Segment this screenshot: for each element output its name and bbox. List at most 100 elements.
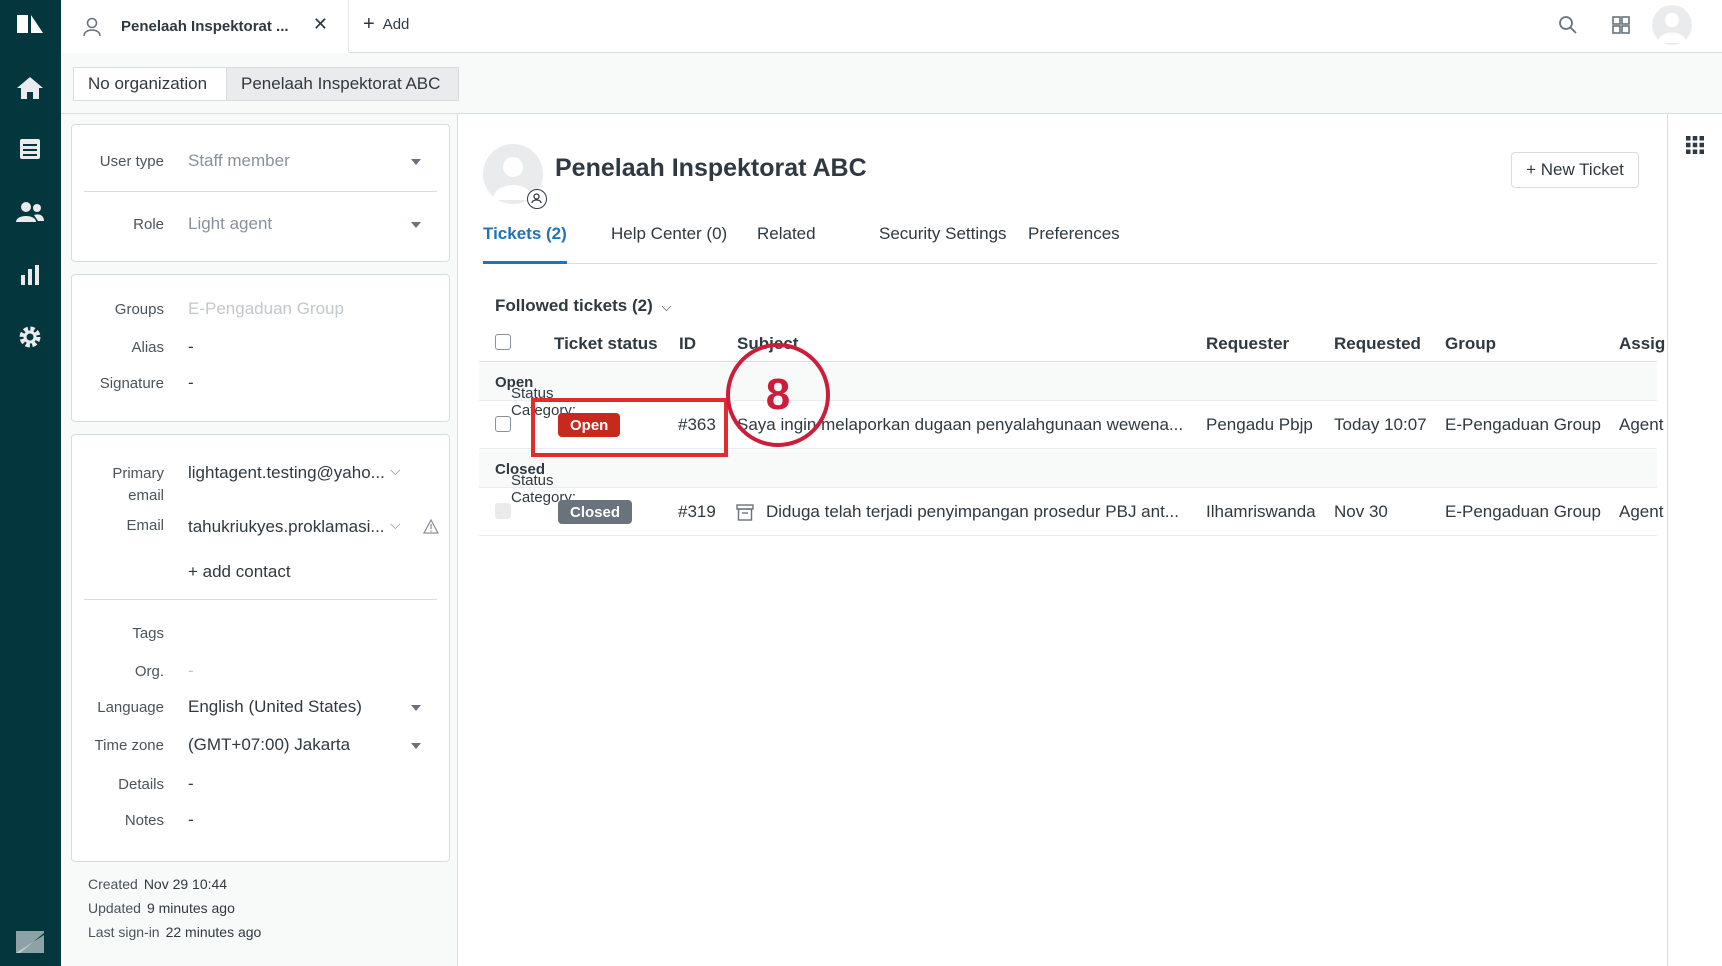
language-label: Language (97, 699, 164, 716)
column-group[interactable]: Group (1445, 334, 1496, 354)
groups-value: E-Pengaduan Group (188, 299, 344, 318)
time-zone-label: Time zone (94, 737, 164, 754)
row-checkbox (495, 503, 511, 519)
tab-preferences[interactable]: Preferences (1028, 224, 1120, 264)
highlight-box (531, 398, 728, 457)
ticket-assignee: Agent (1619, 502, 1664, 521)
tab-security-settings[interactable]: Security Settings (879, 224, 1007, 264)
divider (84, 191, 437, 192)
product-tray-icon[interactable] (1611, 15, 1631, 35)
followed-tickets-dropdown[interactable]: Followed tickets (2) ⌵ (495, 296, 671, 316)
ticket-id[interactable]: #319 (678, 502, 716, 522)
column-assignee[interactable]: Assig (1619, 334, 1665, 354)
ticket-group: E-Pengaduan Group (1445, 502, 1601, 521)
ticket-requested: Today 10:07 (1334, 415, 1427, 434)
add-contact-label: + add contact (188, 562, 291, 581)
ticket-subject[interactable]: Diduga telah terjadi penyimpangan prosed… (766, 502, 1179, 522)
ticket-assignee: Agent (1619, 415, 1664, 434)
apps-grid-icon[interactable] (1686, 136, 1704, 154)
alias-label: Alias (131, 339, 164, 356)
time-zone-value: (GMT+07:00) Jakarta (188, 735, 351, 754)
email-value: tahukriukyes.proklamasi... (188, 517, 385, 536)
search-icon[interactable] (1558, 15, 1578, 35)
chevron-down-icon (411, 743, 421, 749)
select-all-checkbox[interactable] (495, 334, 511, 350)
left-nav (0, 0, 61, 966)
archive-icon (736, 504, 754, 521)
tab-help-center[interactable]: Help Center (0) (611, 224, 727, 264)
groups-label: Groups (114, 301, 164, 318)
add-tab-label: Add (382, 16, 410, 33)
zendesk-z-icon (12, 924, 48, 960)
contact-card: Primary email lightagent.testing@yaho... … (71, 434, 450, 862)
agent-details-card: Groups E-Pengaduan Group Alias - Signatu… (71, 274, 450, 422)
notes-label: Notes (124, 812, 164, 829)
tags-label: Tags (132, 625, 164, 642)
plus-icon: + (363, 13, 375, 35)
user-properties-panel: User type Staff member Role Light agent … (61, 114, 458, 966)
table-row[interactable]: Closed #319 Diduga telah terjadi penyimp… (479, 488, 1663, 536)
tab-related[interactable]: Related (757, 224, 816, 264)
email-label: Email (126, 517, 164, 534)
column-id[interactable]: ID (679, 334, 696, 354)
signature-value: - (188, 373, 194, 392)
last-signin-meta: Last sign-in 22 minutes ago (88, 924, 262, 940)
customers-icon[interactable] (12, 194, 48, 230)
updated-meta: Updated 9 minutes ago (88, 900, 235, 916)
ticket-requester[interactable]: Pengadu Pbjp (1206, 415, 1313, 435)
row-checkbox[interactable] (495, 416, 511, 432)
step-number: 8 (765, 370, 791, 419)
tab-user[interactable]: Penelaah Inspektorat ... ✕ (61, 0, 349, 53)
breadcrumb: No organization Penelaah Inspektorat ABC (61, 53, 1722, 114)
alias-value: - (188, 337, 194, 356)
chevron-down-icon (411, 222, 421, 228)
views-icon[interactable] (12, 131, 48, 167)
chevron-down-icon[interactable]: ⌵ (390, 462, 401, 479)
details-label: Details (118, 776, 164, 793)
signature-label: Signature (99, 375, 164, 392)
user-type-card: User type Staff member Role Light agent (71, 124, 450, 262)
chevron-down-icon (411, 705, 421, 711)
profile-avatar[interactable] (1652, 5, 1692, 45)
primary-email-label: Primary email (112, 465, 164, 504)
chevron-down-icon[interactable]: ⌵ (390, 516, 401, 533)
zendesk-logo-icon[interactable] (12, 6, 48, 42)
column-requester[interactable]: Requester (1206, 334, 1289, 354)
org-label: Org. (134, 663, 164, 680)
status-badge: Closed (558, 500, 633, 524)
table-header: Ticket status ID Subject Requester Reque… (479, 322, 1665, 362)
role-value: Light agent (188, 214, 273, 233)
chevron-down-icon (411, 159, 421, 165)
org-value: - (188, 661, 194, 680)
close-tab-icon[interactable]: ✕ (313, 14, 328, 35)
step-marker: 8 (726, 343, 830, 447)
add-tab-button[interactable]: + Add (363, 13, 409, 36)
top-bar: Penelaah Inspektorat ... ✕ + Add (61, 0, 1722, 53)
ticket-requester[interactable]: Ilhamriswanda (1206, 502, 1316, 522)
home-icon[interactable] (12, 70, 48, 106)
notes-value: - (188, 810, 194, 829)
role-label: Role (133, 216, 164, 233)
ticket-requested: Nov 30 (1334, 502, 1388, 521)
breadcrumb-organization[interactable]: No organization (73, 67, 227, 101)
user-type-value: Staff member (188, 151, 290, 170)
column-requested[interactable]: Requested (1334, 334, 1421, 354)
divider (84, 599, 437, 600)
new-ticket-button[interactable]: + New Ticket (1511, 152, 1639, 188)
tab-title: Penelaah Inspektorat ... (121, 18, 289, 35)
avatar-role-badge-icon (527, 189, 547, 209)
primary-email-value: lightagent.testing@yaho... (188, 463, 385, 482)
chevron-down-icon: ⌵ (661, 299, 672, 314)
right-rail (1667, 114, 1722, 966)
status-category-open: Status Category: Open (479, 363, 1657, 419)
user-type-label: User type (99, 153, 164, 170)
settings-gear-icon[interactable] (12, 319, 48, 355)
reporting-icon[interactable] (12, 257, 48, 293)
breadcrumb-user[interactable]: Penelaah Inspektorat ABC (226, 67, 459, 101)
created-meta: Created Nov 29 10:44 (88, 876, 228, 892)
language-value: English (United States) (188, 697, 362, 716)
tab-tickets[interactable]: Tickets (2) (483, 224, 567, 264)
page-title: Penelaah Inspektorat ABC (555, 154, 867, 182)
user-main-panel: Penelaah Inspektorat ABC + New Ticket Ti… (459, 114, 1667, 966)
column-ticket-status[interactable]: Ticket status (554, 334, 658, 354)
